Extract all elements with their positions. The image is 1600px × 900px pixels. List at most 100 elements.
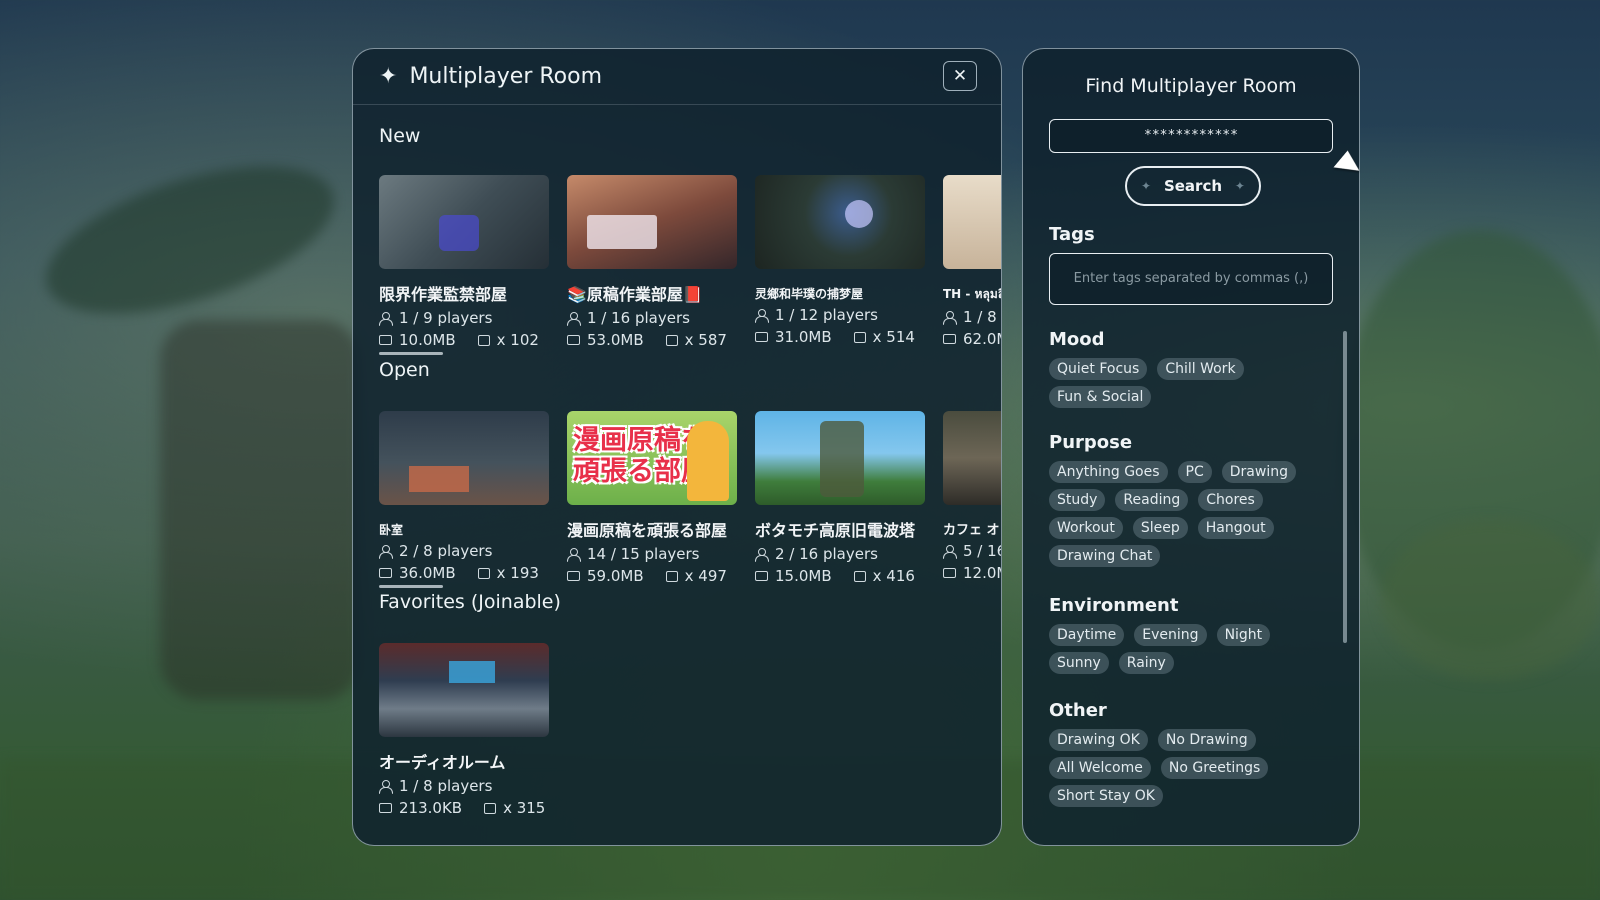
- room-players: 1 / 8: [943, 308, 1001, 326]
- tag-chip[interactable]: PC: [1177, 461, 1212, 483]
- section-title-favorites: Favorites (Joinable): [379, 591, 561, 613]
- room-stats: 36.0MB x 193: [379, 564, 551, 582]
- room-players: 5 / 16: [943, 542, 1001, 560]
- room-stats: 59.0MB x 497: [567, 567, 739, 585]
- tag-chip[interactable]: Workout: [1049, 517, 1123, 539]
- category-title: Purpose: [1049, 432, 1133, 453]
- player-count: 14 / 15 players: [587, 545, 700, 563]
- category-title: Mood: [1049, 329, 1105, 350]
- room-name: カフェ オ: [943, 523, 1000, 538]
- room-card[interactable]: カフェ オ 5 / 16 12.0M: [943, 411, 1001, 582]
- tag-chip[interactable]: Hangout: [1197, 517, 1274, 539]
- tag-chip[interactable]: Sunny: [1049, 652, 1109, 674]
- folder-icon: [755, 332, 768, 342]
- tag-chip[interactable]: Fun & Social: [1049, 386, 1152, 408]
- room-name: 漫画原稿を頑張る部屋: [567, 521, 728, 540]
- tag-chip[interactable]: Short Stay OK: [1049, 785, 1163, 807]
- room-name: オーディオルーム: [379, 753, 506, 772]
- category-environment: Environment Daytime Evening Night Sunny …: [1049, 595, 1335, 674]
- tags-input[interactable]: Enter tags separated by commas (,): [1049, 253, 1333, 305]
- folder-icon: [379, 803, 392, 813]
- tag-chip[interactable]: No Greetings: [1160, 757, 1269, 779]
- tag-chip[interactable]: Daytime: [1049, 624, 1125, 646]
- player-count: 1 / 12 players: [775, 306, 878, 324]
- tag-chip[interactable]: Sleep: [1132, 517, 1188, 539]
- room-size: 53.0MB: [587, 331, 644, 349]
- category-title: Environment: [1049, 595, 1179, 616]
- background-bush: [1380, 520, 1600, 680]
- tag-chip[interactable]: All Welcome: [1049, 757, 1151, 779]
- room-players: 2 / 8 players: [379, 542, 551, 560]
- tag-chip[interactable]: Study: [1049, 489, 1106, 511]
- box-icon: [853, 331, 866, 343]
- room-name: 卧室: [379, 523, 404, 537]
- selection-indicator: [379, 352, 443, 355]
- object-count: x 514: [872, 328, 915, 346]
- object-count: x 193: [496, 564, 539, 582]
- room-size: 59.0MB: [587, 567, 644, 585]
- room-thumbnail: [379, 175, 549, 269]
- tag-chip[interactable]: Drawing Chat: [1049, 545, 1161, 567]
- category-purpose: Purpose Anything Goes PC Drawing Study R…: [1049, 432, 1335, 567]
- tag-chip[interactable]: Rainy: [1118, 652, 1174, 674]
- close-button[interactable]: ✕: [943, 61, 977, 91]
- room-card[interactable]: 卧室 2 / 8 players 36.0MB x 193: [379, 411, 551, 588]
- box-icon: [477, 567, 490, 579]
- tag-chip[interactable]: Chores: [1198, 489, 1263, 511]
- room-size: 12.0M: [963, 564, 1001, 582]
- tag-chip[interactable]: Chill Work: [1157, 358, 1244, 380]
- room-thumbnail: [379, 643, 549, 737]
- room-thumbnail: 漫画原稿を頑張る部屋: [567, 411, 737, 505]
- tag-chip[interactable]: Anything Goes: [1049, 461, 1168, 483]
- room-players: 14 / 15 players: [567, 545, 739, 563]
- background-fence: [160, 320, 360, 700]
- room-size: 36.0MB: [399, 564, 456, 582]
- object-count: x 102: [496, 331, 539, 349]
- tag-chip[interactable]: No Drawing: [1157, 729, 1256, 751]
- room-name: ボタモチ高原旧電波塔: [755, 521, 916, 540]
- room-stats: 62.0M: [943, 330, 1001, 348]
- box-icon: [477, 334, 490, 346]
- thumbnail-title-text: 漫画原稿を頑張る部屋: [573, 425, 708, 487]
- panel-title: Multiplayer Room: [409, 64, 603, 89]
- tag-chip[interactable]: Quiet Focus: [1049, 358, 1148, 380]
- tags-scrollbar[interactable]: [1343, 331, 1347, 643]
- tag-categories: Mood Quiet Focus Chill Work Fun & Social…: [1049, 319, 1335, 839]
- room-card[interactable]: 灵鄉和毕璞の捕梦屋 1 / 12 players 31.0MB x 514: [755, 175, 927, 346]
- room-card[interactable]: 📚原稿作業部屋📕 1 / 16 players 53.0MB x 587: [567, 175, 739, 349]
- background-palm: [28, 136, 352, 344]
- tag-chip[interactable]: Drawing: [1221, 461, 1296, 483]
- room-size: 10.0MB: [399, 331, 456, 349]
- room-card[interactable]: 漫画原稿を頑張る部屋 漫画原稿を頑張る部屋 14 / 15 players 59…: [567, 411, 739, 585]
- sparkle-icon: ✦: [1141, 179, 1152, 193]
- room-thumbnail: [755, 411, 925, 505]
- room-name: 📚原稿作業部屋📕: [567, 285, 703, 304]
- room-card[interactable]: TH - หลุมลึ 1 / 8 62.0M: [943, 175, 1001, 348]
- room-search-input[interactable]: ************: [1049, 119, 1333, 153]
- category-title: Other: [1049, 700, 1107, 721]
- person-icon: [379, 544, 393, 559]
- room-card[interactable]: ボタモチ高原旧電波塔 2 / 16 players 15.0MB x 416: [755, 411, 927, 585]
- room-size: 213.0KB: [399, 799, 463, 817]
- room-card[interactable]: オーディオルーム 1 / 8 players 213.0KB x 315: [379, 643, 551, 817]
- multiplayer-room-panel: ✦ Multiplayer Room ✕ New 限界作業監禁部屋 1 / 9 …: [352, 48, 1002, 846]
- close-icon: ✕: [952, 66, 968, 86]
- tag-chip[interactable]: Drawing OK: [1049, 729, 1148, 751]
- box-icon: [484, 802, 497, 814]
- room-thumbnail: [943, 411, 1001, 505]
- find-room-panel: Find Multiplayer Room ************ ✦ Sea…: [1022, 48, 1360, 846]
- selection-indicator: [379, 585, 443, 588]
- tag-chip[interactable]: Night: [1216, 624, 1271, 646]
- search-button[interactable]: ✦ Search ✦: [1125, 166, 1261, 206]
- room-card[interactable]: 限界作業監禁部屋 1 / 9 players 10.0MB x 102: [379, 175, 551, 355]
- folder-icon: [379, 335, 392, 345]
- folder-icon: [567, 571, 580, 581]
- tag-chip[interactable]: Evening: [1134, 624, 1207, 646]
- box-icon: [853, 570, 866, 582]
- room-stats: 31.0MB x 514: [755, 328, 927, 346]
- tag-chip[interactable]: Reading: [1115, 489, 1189, 511]
- player-count: 2 / 8 players: [399, 542, 493, 560]
- room-size: 62.0M: [963, 330, 1001, 348]
- room-players: 1 / 8 players: [379, 777, 551, 795]
- person-icon: [567, 311, 581, 326]
